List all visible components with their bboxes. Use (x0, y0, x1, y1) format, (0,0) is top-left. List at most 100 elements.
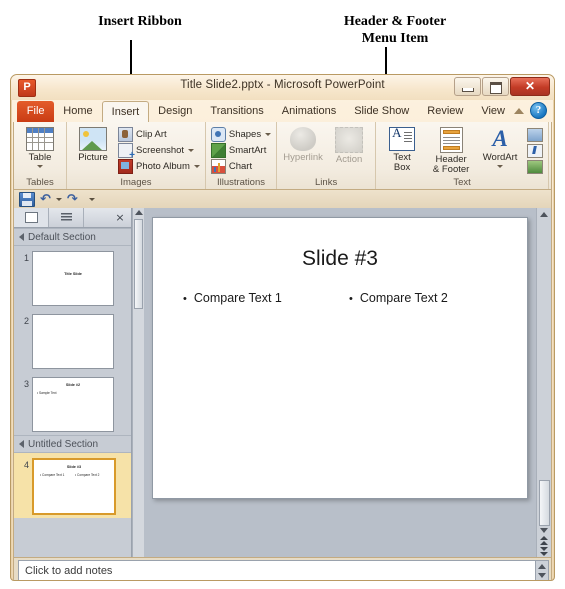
tab-insert[interactable]: Insert (101, 101, 150, 122)
tab-review[interactable]: Review (418, 101, 472, 122)
smartart-button[interactable]: SmartArt (209, 143, 273, 158)
symbols-button[interactable]: Ω Symbols (552, 126, 554, 168)
notes-pane: Click to add notes (13, 558, 552, 580)
thumbnail-bullet: Sample Text (37, 391, 56, 395)
screenshot-icon (118, 143, 135, 161)
hyperlink-button[interactable]: Hyperlink (280, 126, 326, 163)
minimize-ribbon-icon[interactable] (514, 107, 524, 114)
section-header-untitled[interactable]: Untitled Section (14, 435, 131, 453)
window-controls: ✕ (454, 77, 550, 96)
undo-icon[interactable]: ↶ (40, 193, 51, 206)
scroll-down-icon[interactable] (538, 572, 546, 578)
slide-list-inner: Default Section 1 Title Slide 2 3 Slide … (14, 228, 131, 557)
thumbnail-bullet: Compare Text 2 (75, 473, 99, 477)
action-label: Action (335, 154, 363, 165)
chart-button[interactable]: Chart (209, 159, 273, 174)
undo-dropdown-icon[interactable] (55, 197, 62, 201)
minimize-button[interactable] (454, 77, 481, 96)
insert-ribbon: Table Tables Picture Clip Art + Screensh… (13, 122, 552, 190)
scroll-up-icon[interactable] (538, 563, 546, 569)
picture-button-label: Picture (78, 152, 108, 163)
section-header-default[interactable]: Default Section (14, 228, 131, 246)
ribbon-group-label-images: Images (120, 177, 152, 188)
object-icon (527, 159, 544, 174)
double-up-icon (540, 536, 548, 540)
customize-quick-access-icon[interactable] (88, 197, 95, 201)
slide-stage: Slide #3 Compare Text 1 Compare Text 2 (144, 208, 536, 557)
chevron-down-icon (497, 165, 504, 168)
ribbon-group-text: Text Box Header & Footer A WordArt (376, 122, 550, 189)
notes-input[interactable]: Click to add notes (18, 559, 536, 580)
clip-art-button[interactable]: Clip Art (116, 127, 202, 142)
ribbon-group-links: Hyperlink Action Links (277, 122, 377, 189)
photo-album-button[interactable]: Photo Album (116, 159, 202, 174)
scroll-up-icon[interactable] (134, 210, 143, 215)
tab-transitions[interactable]: Transitions (201, 101, 272, 122)
slide-number: 4 (23, 460, 29, 470)
slide-list: Default Section 1 Title Slide 2 3 Slide … (14, 228, 131, 557)
notes-scrollbar[interactable] (536, 559, 549, 580)
tab-animations[interactable]: Animations (273, 101, 345, 122)
restore-button[interactable] (482, 77, 509, 96)
hyperlink-label: Hyperlink (283, 152, 323, 163)
wordart-button[interactable]: A WordArt (477, 126, 523, 168)
slide-panel-scrollbar[interactable] (132, 208, 144, 557)
section-name: Default Section (28, 231, 96, 243)
ribbon-tab-right-icons: ? (514, 102, 554, 122)
slide-thumbnail-1[interactable]: 1 Title Slide (14, 246, 131, 309)
double-down-icon (540, 547, 548, 551)
collapse-icon (19, 233, 24, 241)
slide-thumbnail-2[interactable]: 2 (14, 309, 131, 372)
tab-home[interactable]: Home (54, 101, 101, 122)
thumbnail-canvas: Slide #3 Compare Text 1 Compare Text 2 (32, 458, 116, 515)
text-box-button[interactable]: Text Box (379, 126, 425, 173)
chevron-down-icon (193, 165, 200, 168)
slide-thumbnail-3[interactable]: 3 Slide #2 Sample Text (14, 372, 131, 435)
work-area: × Default Section 1 Title Slide 2 3 Slid… (13, 208, 552, 558)
object-button[interactable] (525, 159, 545, 174)
slide-thumbnail-panel: × Default Section 1 Title Slide 2 3 Slid… (14, 208, 132, 557)
slide-bullet-right[interactable]: Compare Text 2 (349, 291, 448, 305)
scrollbar-thumb[interactable] (134, 219, 143, 309)
minimize-icon (462, 88, 474, 92)
slide-thumbnail-4[interactable]: 4 Slide #3 Compare Text 1 Compare Text 2 (14, 453, 131, 518)
text-box-label: Text Box (393, 152, 411, 173)
clip-art-icon (118, 127, 133, 142)
date-and-time-button[interactable] (525, 127, 545, 142)
picture-button[interactable]: Picture (70, 126, 116, 163)
next-slide-button[interactable] (540, 547, 548, 556)
ribbon-group-label-links: Links (315, 177, 338, 188)
header-footer-button[interactable]: Header & Footer (425, 126, 477, 175)
tab-slides[interactable] (14, 208, 49, 227)
tab-view[interactable]: View (472, 101, 514, 122)
thumbnail-bullet: Compare Text 1 (40, 473, 64, 477)
tab-design[interactable]: Design (149, 101, 201, 122)
scroll-up-icon[interactable] (540, 212, 548, 217)
tab-file[interactable]: File (17, 101, 55, 122)
slide-canvas[interactable]: Slide #3 Compare Text 1 Compare Text 2 (152, 217, 528, 499)
previous-slide-button[interactable] (540, 536, 548, 545)
ribbon-group-symbols: Ω Symbols (549, 122, 554, 189)
scrollbar-thumb[interactable] (538, 480, 550, 526)
slide-number: 2 (23, 316, 29, 326)
close-button[interactable]: ✕ (510, 77, 550, 96)
collapse-icon (19, 440, 24, 448)
slide-stage-scrollbar[interactable] (536, 208, 551, 557)
slide-bullet-left[interactable]: Compare Text 1 (183, 291, 282, 305)
tab-slide-show[interactable]: Slide Show (345, 101, 418, 122)
screenshot-button[interactable]: Screenshot (116, 143, 202, 161)
table-button[interactable]: Table (17, 126, 63, 168)
table-button-label: Table (28, 152, 52, 163)
slide-number-button[interactable] (525, 143, 545, 158)
scroll-down-icon[interactable] (540, 528, 548, 533)
chart-label: Chart (228, 161, 253, 172)
help-icon[interactable]: ? (530, 102, 547, 119)
table-icon (26, 127, 54, 151)
slide-title[interactable]: Slide #3 (153, 247, 527, 271)
save-icon[interactable] (19, 191, 35, 207)
shapes-button[interactable]: Shapes (209, 127, 273, 142)
action-button[interactable]: Action (326, 126, 372, 165)
redo-icon[interactable]: ↷ (67, 193, 78, 206)
close-panel-button[interactable]: × (109, 208, 131, 227)
tab-outline[interactable] (49, 208, 84, 227)
